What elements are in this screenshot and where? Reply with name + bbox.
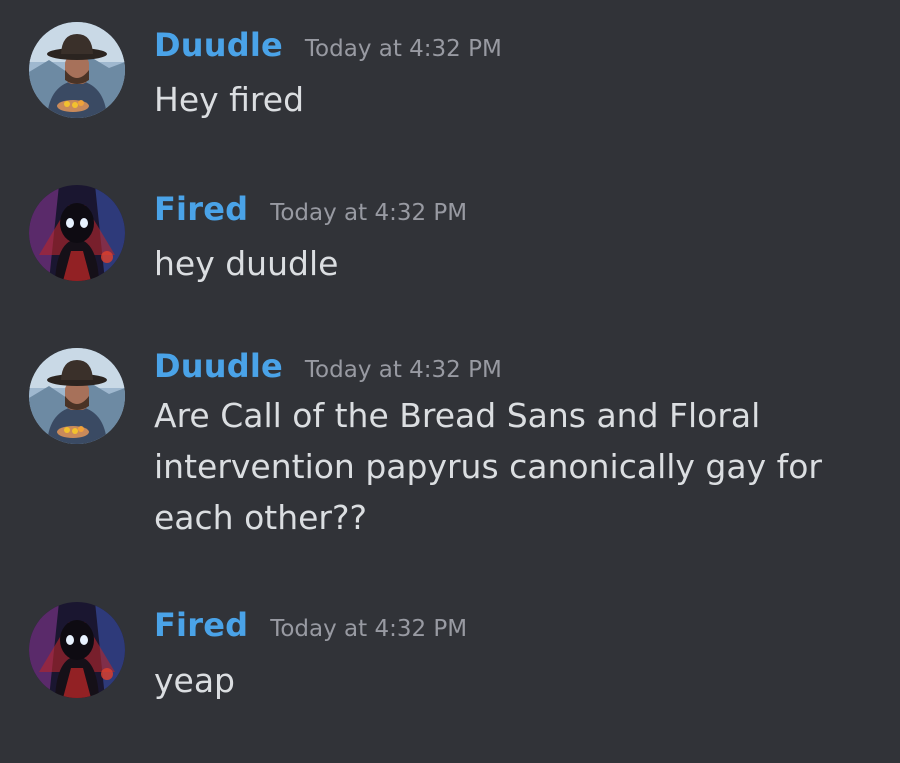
avatar[interactable] xyxy=(29,185,125,281)
avatar[interactable] xyxy=(29,22,125,118)
message-line: yeap xyxy=(154,661,236,700)
spider-avatar-image xyxy=(29,602,125,698)
message-line: each other?? xyxy=(154,498,368,537)
message-line: Are Call of the Bread Sans and Floral xyxy=(154,396,761,435)
username[interactable]: Duudle xyxy=(154,26,283,64)
avatar[interactable] xyxy=(29,602,125,698)
cowboy-avatar-image xyxy=(29,348,125,444)
message-header: Duudle Today at 4:32 PM xyxy=(154,347,502,385)
username[interactable]: Fired xyxy=(154,190,248,228)
message-content: Hey fired xyxy=(154,74,854,125)
username[interactable]: Duudle xyxy=(154,347,283,385)
message-header: Duudle Today at 4:32 PM xyxy=(154,26,502,64)
message-header: Fired Today at 4:32 PM xyxy=(154,190,467,228)
message-header: Fired Today at 4:32 PM xyxy=(154,606,467,644)
timestamp[interactable]: Today at 4:32 PM xyxy=(305,36,502,62)
timestamp[interactable]: Today at 4:32 PM xyxy=(305,357,502,383)
message-line: intervention papyrus canonically gay for xyxy=(154,447,822,486)
timestamp[interactable]: Today at 4:32 PM xyxy=(270,616,467,642)
avatar[interactable] xyxy=(29,348,125,444)
chat-messages: Duudle Today at 4:32 PM Hey fired Fired … xyxy=(0,0,900,763)
timestamp[interactable]: Today at 4:32 PM xyxy=(270,200,467,226)
message-content: hey duudle xyxy=(154,238,854,289)
cowboy-avatar-image xyxy=(29,22,125,118)
message-line: hey duudle xyxy=(154,244,339,283)
username[interactable]: Fired xyxy=(154,606,248,644)
message-line: Hey fired xyxy=(154,80,305,119)
message-content: Are Call of the Bread Sans and Floral in… xyxy=(154,390,854,543)
message-content: yeap xyxy=(154,655,854,706)
spider-avatar-image xyxy=(29,185,125,281)
